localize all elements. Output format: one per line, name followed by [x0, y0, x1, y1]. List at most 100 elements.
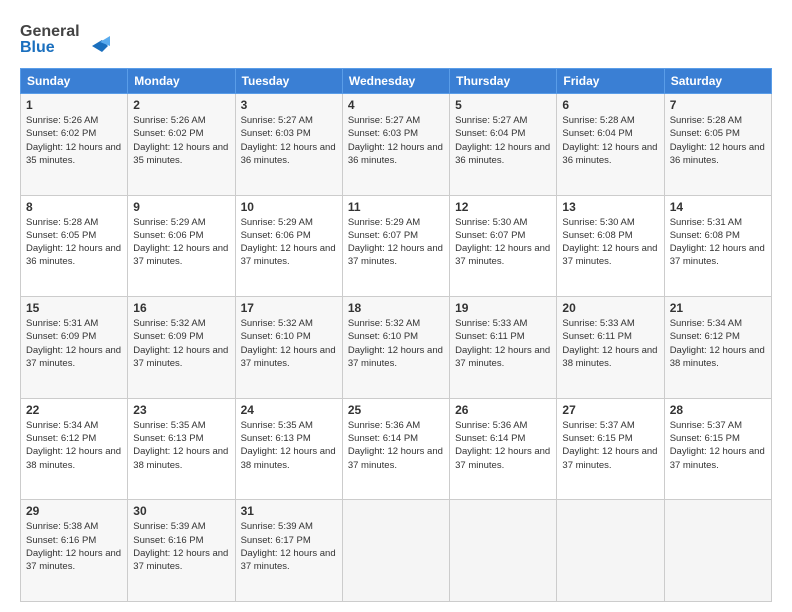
day-info: Sunrise: 5:27 AMSunset: 6:04 PMDaylight:…: [455, 114, 551, 167]
day-number: 9: [133, 200, 229, 214]
day-info: Sunrise: 5:32 AMSunset: 6:10 PMDaylight:…: [348, 317, 444, 370]
day-number: 31: [241, 504, 337, 518]
calendar-cell: 17 Sunrise: 5:32 AMSunset: 6:10 PMDayligh…: [235, 297, 342, 399]
logo-svg: General Blue: [20, 18, 110, 58]
day-info: Sunrise: 5:33 AMSunset: 6:11 PMDaylight:…: [455, 317, 551, 370]
day-info: Sunrise: 5:32 AMSunset: 6:09 PMDaylight:…: [133, 317, 229, 370]
calendar-cell: 31Sunrise: 5:39 AMSunset: 6:17 PMDayligh…: [235, 500, 342, 602]
calendar-week-3: 15Sunrise: 5:31 AMSunset: 6:09 PMDayligh…: [21, 297, 772, 399]
calendar-cell: [664, 500, 771, 602]
page: General Blue SundayMondayTuesdayWednesda…: [0, 0, 792, 612]
day-info: Sunrise: 5:29 AMSunset: 6:07 PMDaylight:…: [348, 216, 444, 269]
calendar-week-1: 1 Sunrise: 5:26 AMSunset: 6:02 PMDaylight…: [21, 94, 772, 196]
calendar-cell: 28 Sunrise: 5:37 AMSunset: 6:15 PMDayligh…: [664, 398, 771, 500]
day-info: Sunrise: 5:30 AMSunset: 6:07 PMDaylight:…: [455, 216, 551, 269]
svg-text:General: General: [20, 23, 80, 40]
calendar-cell: 23 Sunrise: 5:35 AMSunset: 6:13 PMDayligh…: [128, 398, 235, 500]
calendar-cell: 11 Sunrise: 5:29 AMSunset: 6:07 PMDayligh…: [342, 195, 449, 297]
day-number: 14: [670, 200, 766, 214]
day-info: Sunrise: 5:36 AMSunset: 6:14 PMDaylight:…: [348, 419, 444, 472]
weekday-header-saturday: Saturday: [664, 69, 771, 94]
day-number: 21: [670, 301, 766, 315]
day-info: Sunrise: 5:36 AMSunset: 6:14 PMDaylight:…: [455, 419, 551, 472]
day-number: 7: [670, 98, 766, 112]
calendar-cell: 9 Sunrise: 5:29 AMSunset: 6:06 PMDaylight…: [128, 195, 235, 297]
day-info: Sunrise: 5:31 AMSunset: 6:08 PMDaylight:…: [670, 216, 766, 269]
day-info: Sunrise: 5:31 AMSunset: 6:09 PMDaylight:…: [26, 317, 122, 370]
day-number: 22: [26, 403, 122, 417]
calendar-week-5: 29 Sunrise: 5:38 AMSunset: 6:16 PMDayligh…: [21, 500, 772, 602]
day-info: Sunrise: 5:35 AMSunset: 6:13 PMDaylight:…: [133, 419, 229, 472]
calendar-cell: 3 Sunrise: 5:27 AMSunset: 6:03 PMDaylight…: [235, 94, 342, 196]
calendar-table: SundayMondayTuesdayWednesdayThursdayFrid…: [20, 68, 772, 602]
weekday-header-row: SundayMondayTuesdayWednesdayThursdayFrid…: [21, 69, 772, 94]
calendar-cell: 13Sunrise: 5:30 AMSunset: 6:08 PMDayligh…: [557, 195, 664, 297]
day-info: Sunrise: 5:33 AMSunset: 6:11 PMDaylight:…: [562, 317, 658, 370]
calendar-cell: 29 Sunrise: 5:38 AMSunset: 6:16 PMDayligh…: [21, 500, 128, 602]
calendar-cell: 26 Sunrise: 5:36 AMSunset: 6:14 PMDayligh…: [450, 398, 557, 500]
day-info: Sunrise: 5:26 AMSunset: 6:02 PMDaylight:…: [133, 114, 229, 167]
day-number: 2: [133, 98, 229, 112]
day-number: 25: [348, 403, 444, 417]
day-info: Sunrise: 5:30 AMSunset: 6:08 PMDaylight:…: [562, 216, 658, 269]
weekday-header-friday: Friday: [557, 69, 664, 94]
day-number: 8: [26, 200, 122, 214]
day-info: Sunrise: 5:35 AMSunset: 6:13 PMDaylight:…: [241, 419, 337, 472]
day-number: 3: [241, 98, 337, 112]
day-number: 16: [133, 301, 229, 315]
svg-text:Blue: Blue: [20, 39, 55, 56]
day-info: Sunrise: 5:28 AMSunset: 6:05 PMDaylight:…: [26, 216, 122, 269]
day-number: 4: [348, 98, 444, 112]
day-number: 18: [348, 301, 444, 315]
header: General Blue: [20, 18, 772, 58]
day-number: 27: [562, 403, 658, 417]
day-number: 19: [455, 301, 551, 315]
calendar-cell: 7 Sunrise: 5:28 AMSunset: 6:05 PMDaylight…: [664, 94, 771, 196]
calendar-cell: [342, 500, 449, 602]
day-number: 6: [562, 98, 658, 112]
calendar-cell: 18 Sunrise: 5:32 AMSunset: 6:10 PMDayligh…: [342, 297, 449, 399]
day-number: 26: [455, 403, 551, 417]
day-info: Sunrise: 5:38 AMSunset: 6:16 PMDaylight:…: [26, 520, 122, 573]
weekday-header-thursday: Thursday: [450, 69, 557, 94]
calendar-cell: 1 Sunrise: 5:26 AMSunset: 6:02 PMDaylight…: [21, 94, 128, 196]
calendar-cell: 4 Sunrise: 5:27 AMSunset: 6:03 PMDaylight…: [342, 94, 449, 196]
calendar-cell: 16 Sunrise: 5:32 AMSunset: 6:09 PMDayligh…: [128, 297, 235, 399]
day-info: Sunrise: 5:28 AMSunset: 6:04 PMDaylight:…: [562, 114, 658, 167]
day-info: Sunrise: 5:26 AMSunset: 6:02 PMDaylight:…: [26, 114, 122, 167]
day-info: Sunrise: 5:27 AMSunset: 6:03 PMDaylight:…: [348, 114, 444, 167]
day-number: 24: [241, 403, 337, 417]
day-info: Sunrise: 5:37 AMSunset: 6:15 PMDaylight:…: [562, 419, 658, 472]
day-info: Sunrise: 5:29 AMSunset: 6:06 PMDaylight:…: [133, 216, 229, 269]
calendar-cell: 25 Sunrise: 5:36 AMSunset: 6:14 PMDayligh…: [342, 398, 449, 500]
day-number: 11: [348, 200, 444, 214]
calendar-cell: 14 Sunrise: 5:31 AMSunset: 6:08 PMDayligh…: [664, 195, 771, 297]
calendar-week-2: 8 Sunrise: 5:28 AMSunset: 6:05 PMDaylight…: [21, 195, 772, 297]
weekday-header-wednesday: Wednesday: [342, 69, 449, 94]
weekday-header-tuesday: Tuesday: [235, 69, 342, 94]
day-info: Sunrise: 5:32 AMSunset: 6:10 PMDaylight:…: [241, 317, 337, 370]
day-number: 28: [670, 403, 766, 417]
day-info: Sunrise: 5:28 AMSunset: 6:05 PMDaylight:…: [670, 114, 766, 167]
day-number: 29: [26, 504, 122, 518]
day-number: 17: [241, 301, 337, 315]
day-number: 20: [562, 301, 658, 315]
calendar-cell: 2 Sunrise: 5:26 AMSunset: 6:02 PMDaylight…: [128, 94, 235, 196]
logo: General Blue: [20, 18, 110, 58]
day-number: 10: [241, 200, 337, 214]
day-number: 23: [133, 403, 229, 417]
calendar-cell: [557, 500, 664, 602]
weekday-header-monday: Monday: [128, 69, 235, 94]
day-info: Sunrise: 5:34 AMSunset: 6:12 PMDaylight:…: [26, 419, 122, 472]
calendar-cell: 22 Sunrise: 5:34 AMSunset: 6:12 PMDayligh…: [21, 398, 128, 500]
calendar-cell: 8 Sunrise: 5:28 AMSunset: 6:05 PMDaylight…: [21, 195, 128, 297]
day-number: 1: [26, 98, 122, 112]
calendar-cell: [450, 500, 557, 602]
day-info: Sunrise: 5:27 AMSunset: 6:03 PMDaylight:…: [241, 114, 337, 167]
day-number: 12: [455, 200, 551, 214]
day-info: Sunrise: 5:29 AMSunset: 6:06 PMDaylight:…: [241, 216, 337, 269]
calendar-week-4: 22 Sunrise: 5:34 AMSunset: 6:12 PMDayligh…: [21, 398, 772, 500]
day-info: Sunrise: 5:39 AMSunset: 6:16 PMDaylight:…: [133, 520, 229, 573]
day-info: Sunrise: 5:37 AMSunset: 6:15 PMDaylight:…: [670, 419, 766, 472]
calendar-cell: 6 Sunrise: 5:28 AMSunset: 6:04 PMDaylight…: [557, 94, 664, 196]
